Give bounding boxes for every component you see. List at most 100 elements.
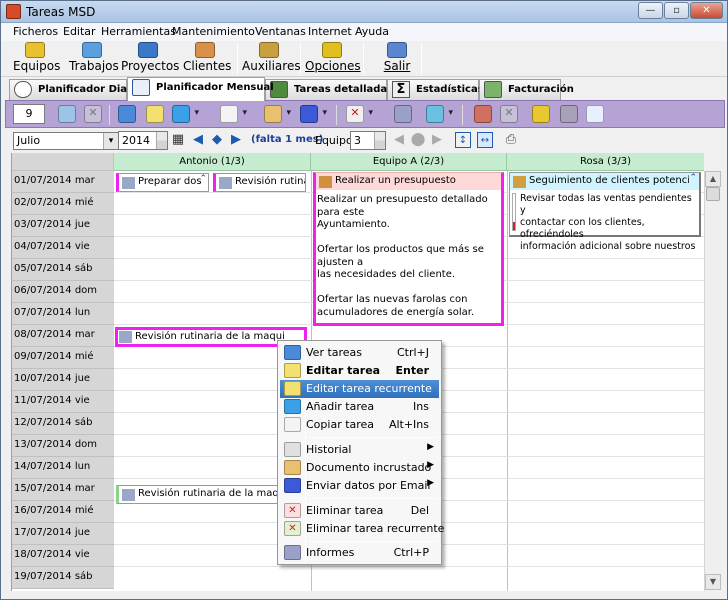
nav-bar: Julio 2014 ▦ ◀ ◆ ▶ (falta 1 mes) Equipos… — [5, 129, 725, 153]
scroll-thumb[interactable] — [706, 187, 720, 201]
menu-item-historial[interactable]: Historial ▶ — [280, 441, 439, 459]
task-card[interactable]: Realizar un presupuesto Realizar un pres… — [313, 172, 504, 326]
menu-ficheros[interactable]: Ficheros — [13, 25, 58, 38]
client-card-icon — [195, 42, 215, 58]
edit-recurring-icon — [284, 381, 301, 396]
edit-icon[interactable] — [146, 105, 164, 123]
diamond-nav-icon[interactable]: ◆ — [209, 132, 225, 148]
menu-editar[interactable]: Editar — [63, 25, 96, 38]
date-row: 07/07/2014 lun — [12, 303, 114, 325]
magnifier-icon[interactable] — [586, 105, 604, 123]
submenu-arrow-icon: ▶ — [427, 478, 434, 488]
prev-team-icon[interactable]: ◀ — [391, 132, 407, 148]
calendar-grid-icon[interactable]: ▦ — [170, 132, 186, 148]
next-team-icon[interactable]: ▶ — [429, 132, 445, 148]
arrow-right-icon[interactable]: ▶ — [228, 132, 244, 148]
menu-item-anadir-tarea[interactable]: Añadir tarea Ins — [280, 398, 439, 416]
year-stepper[interactable]: 2014 — [118, 131, 168, 150]
menu-item-eliminar-tarea-recurrente[interactable]: ✕ Eliminar tarea recurrente — [280, 520, 444, 538]
menu-item-informes[interactable]: Informes Ctrl+P — [280, 544, 439, 562]
calendar-icon — [132, 79, 150, 96]
arrow-left-icon[interactable]: ◀ — [190, 132, 206, 148]
expand-icon[interactable]: ⌃ — [689, 173, 697, 183]
print-icon[interactable] — [394, 105, 412, 123]
document-icon[interactable] — [264, 105, 291, 123]
close-icon[interactable]: ✕ — [690, 2, 723, 19]
people-icon — [513, 176, 526, 188]
menu-item-enviar-email[interactable]: Enviar datos por Email ▶ — [280, 477, 439, 495]
opciones-button[interactable]: Opciones — [305, 42, 361, 76]
scroll-up-icon[interactable]: ▲ — [705, 171, 721, 187]
tab-planificador-mensual[interactable]: Planificador Mensual — [127, 77, 274, 101]
salir-button[interactable]: Salir — [379, 42, 415, 76]
menu-internet[interactable]: Internet — [308, 25, 352, 38]
column-header-antonio[interactable]: Antonio (1/3) — [114, 153, 311, 171]
people-search-icon[interactable] — [532, 105, 550, 123]
edit-icon — [284, 363, 301, 378]
date-row: 11/07/2014 vie — [12, 391, 114, 413]
menu-item-editar-tarea[interactable]: Editar tarea Enter — [280, 362, 439, 380]
progress-bar — [512, 193, 516, 231]
cloud-icon[interactable] — [560, 105, 578, 123]
date-row: 15/07/2014 mar — [12, 479, 114, 501]
fit-horizontal-icon[interactable]: ↔ — [477, 132, 493, 148]
add-icon[interactable] — [172, 105, 199, 123]
proyectos-button[interactable]: Proyectos — [121, 42, 179, 76]
maximize-icon[interactable]: ▫ — [664, 2, 689, 19]
monitor-icon[interactable] — [118, 105, 136, 123]
minimize-icon[interactable]: — — [638, 2, 663, 19]
menu-item-editar-tarea-recurrente[interactable]: Editar tarea recurrente — [280, 380, 439, 398]
delete-icon[interactable]: ✕ — [346, 105, 373, 123]
delete-recurring-icon: ✕ — [284, 521, 301, 536]
menu-herramientas[interactable]: Herramientas — [101, 25, 176, 38]
column-header-rosa[interactable]: Rosa (3/3) — [507, 153, 704, 171]
diamond-icon[interactable] — [58, 105, 76, 123]
center-icon[interactable]: ⬤ — [410, 132, 426, 148]
vertical-scrollbar[interactable]: ▲ ▼ — [704, 171, 721, 591]
tab-estadisticas[interactable]: Σ Estadísticas — [387, 79, 484, 100]
month-select[interactable]: Julio — [13, 132, 119, 150]
menu-item-ver-tareas[interactable]: Ver tareas Ctrl+J — [280, 344, 439, 362]
tools-icon — [119, 331, 132, 343]
trabajos-button[interactable]: Trabajos — [69, 42, 119, 76]
date-row: 17/07/2014 jue — [12, 523, 114, 545]
auxiliares-button[interactable]: Auxiliares — [242, 42, 301, 76]
task-card[interactable]: Revisión rutinaria de la maquinaria — [116, 485, 304, 504]
menu-item-documento-incrustado[interactable]: Documento incrustado ▶ — [280, 459, 439, 477]
tag-icon[interactable] — [474, 105, 492, 123]
date-row: 09/07/2014 mié — [12, 347, 114, 369]
copy-icon[interactable] — [220, 105, 247, 123]
email-icon — [284, 478, 301, 493]
context-menu: Ver tareas Ctrl+J Editar tarea Enter Edi… — [277, 340, 444, 565]
date-row: 04/07/2014 vie — [12, 237, 114, 259]
calendar-nav-icon[interactable] — [426, 105, 453, 123]
delete-icon: ✕ — [284, 503, 301, 518]
menu-ventanas[interactable]: Ventanas — [255, 25, 306, 38]
menu-item-copiar-tarea[interactable]: Copiar tarea Alt+Ins — [280, 416, 439, 434]
printer-icon[interactable]: ⎙ — [503, 132, 519, 148]
tab-facturacion[interactable]: Facturación — [479, 79, 574, 100]
task-card[interactable]: Revisión rutina... — [213, 173, 306, 192]
tab-tareas-detalladas[interactable]: Tareas detalladas — [265, 79, 393, 100]
date-row: 03/07/2014 jue — [12, 215, 114, 237]
menu-mantenimiento[interactable]: Mantenimiento — [172, 25, 255, 38]
expand-icon[interactable]: ⌃ — [199, 174, 207, 184]
fit-vertical-icon[interactable]: ↕ — [455, 132, 471, 148]
tab-planificador-diario[interactable]: Planificador Diario — [9, 79, 142, 100]
task-card[interactable]: Preparar dos ... ⌃ — [116, 173, 209, 192]
progress-fill — [513, 222, 515, 230]
scroll-down-icon[interactable]: ▼ — [705, 574, 721, 590]
clientes-button[interactable]: Clientes — [183, 42, 231, 76]
equipos-button[interactable]: Equipos — [13, 42, 60, 76]
task-card[interactable]: Seguimiento de clientes potenciales ⌃ Re… — [509, 172, 701, 252]
title-bar: Tareas MSD — ▫ ✕ — [1, 1, 727, 23]
cancel-x-icon[interactable]: ✕ — [84, 105, 102, 123]
column-header-equipo-a[interactable]: Equipo A (2/3) — [311, 153, 507, 171]
email-icon[interactable] — [300, 105, 327, 123]
cancel-x-icon[interactable]: ✕ — [500, 105, 518, 123]
gears-icon — [322, 42, 342, 58]
menu-item-eliminar-tarea[interactable]: ✕ Eliminar tarea Del — [280, 502, 439, 520]
menu-ayuda[interactable]: Ayuda — [355, 25, 389, 38]
counter-field[interactable]: 9 — [13, 104, 45, 124]
equipos-stepper[interactable]: 3 — [350, 131, 386, 150]
